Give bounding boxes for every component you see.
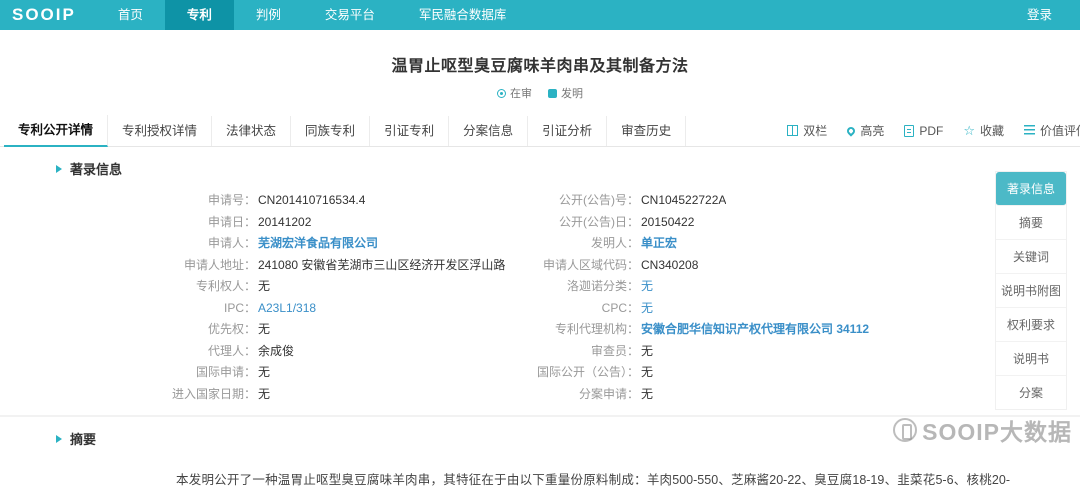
applicant-link[interactable]: 芜湖宏洋食品有限公司: [258, 233, 378, 255]
nav-item-home[interactable]: 首页: [96, 0, 165, 30]
favorite-button[interactable]: ☆ 收藏: [963, 122, 1004, 139]
field-divisional-application: 分案申请：无: [578, 386, 654, 401]
tab-divisional-info[interactable]: 分案信息: [449, 115, 529, 146]
anchor-keywords[interactable]: 关键词: [996, 240, 1066, 274]
nav-item-patent[interactable]: 专利: [164, 0, 234, 30]
status-badge-label: 发明: [561, 88, 583, 100]
pdf-button[interactable]: PDF: [904, 124, 943, 138]
highlight-icon: [845, 124, 857, 137]
section-anchor-nav: 著录信息 摘要 关键词 说明书附图 权利要求 说明书 分案: [996, 172, 1066, 409]
field-priority: 优先权：无: [207, 322, 271, 336]
anchor-divisional[interactable]: 分案: [996, 376, 1066, 409]
field-applicant: 申请人： 芜湖宏洋食品有限公司: [60, 233, 505, 255]
field-publication-date: 公开(公告)日： 20150422: [559, 214, 695, 229]
field-agent: 代理人： 余成俊: [207, 343, 295, 358]
columns-icon: [787, 125, 799, 136]
field-international-application: 国际申请：无: [195, 365, 271, 379]
review-status-icon: [497, 88, 506, 98]
tab-cited-patents[interactable]: 引证专利: [370, 115, 450, 146]
anchor-biblio[interactable]: 著录信息: [996, 172, 1066, 206]
abstract-section-header[interactable]: 摘要: [0, 417, 1080, 456]
star-icon: ☆: [963, 123, 975, 138]
anchor-claims[interactable]: 权利要求: [996, 308, 1066, 342]
login-button[interactable]: 登录: [999, 0, 1080, 30]
toolbar: 双栏 高亮 PDF ☆ 收藏 价值评估: [787, 122, 1080, 139]
collapse-arrow-icon: [56, 434, 62, 443]
tab-legal-status[interactable]: 法律状态: [212, 115, 292, 146]
tab-citation-analysis[interactable]: 引证分析: [528, 115, 608, 146]
tab-patent-family[interactable]: 同族专利: [291, 115, 371, 146]
page-title: 温胃止呕型臭豆腐味羊肉串及其制备方法: [391, 58, 689, 75]
highlight-button[interactable]: 高亮: [845, 122, 884, 139]
field-international-publication: 国际公开（公告）：无: [536, 365, 654, 379]
cpc-link[interactable]: 无: [641, 298, 653, 320]
field-agency: 专利代理机构： 安徽合肥华信知识产权代理有限公司 34112: [505, 319, 980, 341]
anchor-abstract[interactable]: 摘要: [996, 206, 1066, 240]
field-patentee: 专利权人：无: [195, 279, 271, 293]
biblio-section: 著录信息 申请号： CN201410716534.4 公开(公告)号： CN1045…: [0, 147, 1080, 405]
status-badges: 在审 发明: [0, 85, 1080, 101]
valuation-icon: [1024, 125, 1035, 136]
field-application-number: 申请号： CN201410716534.4: [207, 193, 366, 207]
anchor-drawings[interactable]: 说明书附图: [996, 274, 1066, 308]
top-nav: SOOIP 首页 专利 判例 交易平台 军民融合数据库 登录: [0, 0, 1080, 30]
tab-examination-history[interactable]: 审查历史: [607, 115, 687, 146]
inventor-link[interactable]: 单正宏: [641, 233, 677, 255]
abstract-text: 本发明公开了一种温胃止呕型臭豆腐味羊肉串，其特征在于由以下重量份原料制成：羊肉5…: [176, 473, 1010, 486]
two-column-button[interactable]: 双栏: [787, 122, 827, 139]
status-badge-invention: 发明: [548, 85, 583, 101]
anchor-description[interactable]: 说明书: [996, 342, 1066, 376]
pdf-icon: [904, 124, 915, 137]
nav-item-military-civil-db[interactable]: 军民融合数据库: [397, 0, 529, 30]
field-ipc: IPC： A23L1/318: [60, 298, 505, 320]
biblio-section-header[interactable]: 著录信息: [0, 147, 1080, 186]
field-locarno-class: 洛迦诺分类：无: [505, 276, 980, 298]
tab-publication-details[interactable]: 专利公开详情: [4, 114, 109, 147]
tab-bar: 专利公开详情 专利授权详情 法律状态 同族专利 引证专利 分案信息 引证分析 审…: [0, 114, 1080, 147]
status-badge-under-review: 在审: [497, 85, 532, 101]
abstract-section: 摘要 本发明公开了一种温胃止呕型臭豆腐味羊肉串，其特征在于由以下重量份原料制成：…: [0, 415, 1080, 486]
field-cpc: CPC：无: [505, 298, 980, 320]
biblio-table: 申请号： CN201410716534.4 公开(公告)号： CN104522722…: [60, 190, 980, 405]
field-inventor: 发明人： 单正宏: [505, 233, 980, 255]
agency-link[interactable]: 安徽合肥华信知识产权代理有限公司 34112: [641, 319, 869, 341]
field-application-date: 申请日： 20141202: [207, 214, 312, 229]
invention-type-icon: [548, 88, 557, 98]
nav-item-trading-platform[interactable]: 交易平台: [303, 0, 397, 30]
locarno-link[interactable]: 无: [641, 276, 653, 298]
tab-grant-details[interactable]: 专利授权详情: [108, 115, 213, 146]
status-badge-label: 在审: [510, 88, 532, 100]
ipc-link[interactable]: A23L1/318: [258, 298, 316, 320]
valuation-button[interactable]: 价值评估: [1024, 122, 1080, 139]
field-applicant-address: 申请人地址： 241080 安徽省芜湖市三山区经济开发区浮山路18号: [183, 257, 505, 272]
collapse-arrow-icon: [56, 164, 62, 173]
nav-item-cases[interactable]: 判例: [234, 0, 303, 30]
field-applicant-region-code: 申请人区域代码： CN340208: [542, 257, 699, 272]
field-publication-number: 公开(公告)号： CN104522722A: [559, 193, 727, 207]
field-examiner: 审查员：无: [590, 343, 654, 358]
field-national-entry-date: 进入国家日期：无: [171, 386, 271, 401]
sooip-logo[interactable]: SOOIP: [0, 0, 96, 30]
